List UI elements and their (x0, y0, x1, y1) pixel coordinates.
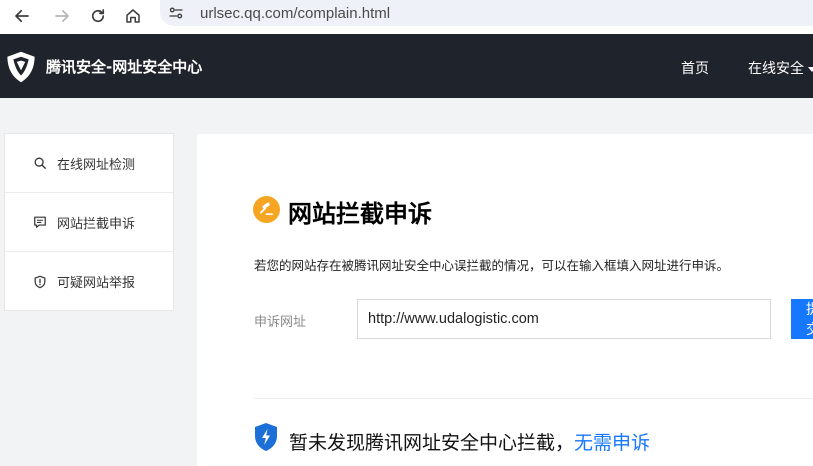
sidebar-item-appeal[interactable]: 网站拦截申诉 (5, 193, 173, 252)
caret-down-icon (808, 66, 813, 72)
sidebar-item-url-check[interactable]: 在线网址检测 (5, 134, 173, 193)
appeal-url-label: 申诉网址 (254, 315, 307, 330)
submit-button[interactable]: 提交 (791, 299, 813, 339)
nav-home[interactable]: 首页 (681, 58, 709, 78)
search-icon (32, 155, 48, 171)
site-info-icon[interactable] (164, 1, 188, 25)
page-title: 网站拦截申诉 (288, 200, 432, 228)
chat-icon (32, 214, 48, 230)
arrow-right-icon (55, 9, 69, 23)
page-description: 若您的网站存在被腾讯网址安全中心误拦截的情况，可以在输入框填入网址进行申诉。 (254, 258, 730, 273)
sidebar: 在线网址检测 网站拦截申诉 可疑网站举报 (4, 133, 174, 311)
appeal-panel: 网站拦截申诉 若您的网站存在被腾讯网址安全中心误拦截的情况，可以在输入框填入网址… (197, 134, 813, 466)
appeal-url-input[interactable] (357, 299, 771, 339)
result-text: 暂未发现腾讯网址安全中心拦截， (289, 432, 575, 454)
sidebar-item-label: 网站拦截申诉 (57, 216, 136, 232)
nav-home-label: 首页 (681, 61, 709, 77)
address-bar[interactable]: urlsec.qq.com/complain.html (160, 0, 813, 26)
home-button[interactable] (119, 2, 147, 30)
forward-button[interactable] (48, 2, 76, 30)
gavel-icon (253, 196, 280, 223)
reload-button[interactable] (84, 2, 112, 30)
back-button[interactable] (8, 2, 36, 30)
site-header: 腾讯安全-网址安全中心 首页 在线安全 (0, 34, 813, 98)
sidebar-item-label: 在线网址检测 (57, 157, 136, 173)
no-appeal-needed-link[interactable]: 无需申诉 (574, 432, 650, 454)
nav-online-security[interactable]: 在线安全 (748, 58, 813, 78)
arrow-left-icon (15, 9, 29, 23)
result-message: 暂未发现腾讯网址安全中心拦截，无需申诉 (289, 428, 650, 455)
home-icon (126, 9, 140, 23)
tencent-security-logo-icon[interactable] (4, 50, 38, 84)
divider (254, 398, 813, 399)
browser-toolbar: urlsec.qq.com/complain.html (0, 0, 813, 34)
sidebar-item-label: 可疑网站举报 (57, 276, 136, 291)
site-title[interactable]: 腾讯安全-网址安全中心 (46, 56, 202, 77)
reload-icon (91, 9, 105, 23)
nav-online-security-label: 在线安全 (748, 61, 804, 77)
address-url[interactable]: urlsec.qq.com/complain.html (200, 5, 390, 22)
sidebar-item-report[interactable]: 可疑网站举报 (5, 252, 173, 311)
shield-bolt-icon (255, 423, 277, 451)
shield-alert-icon (32, 274, 48, 290)
